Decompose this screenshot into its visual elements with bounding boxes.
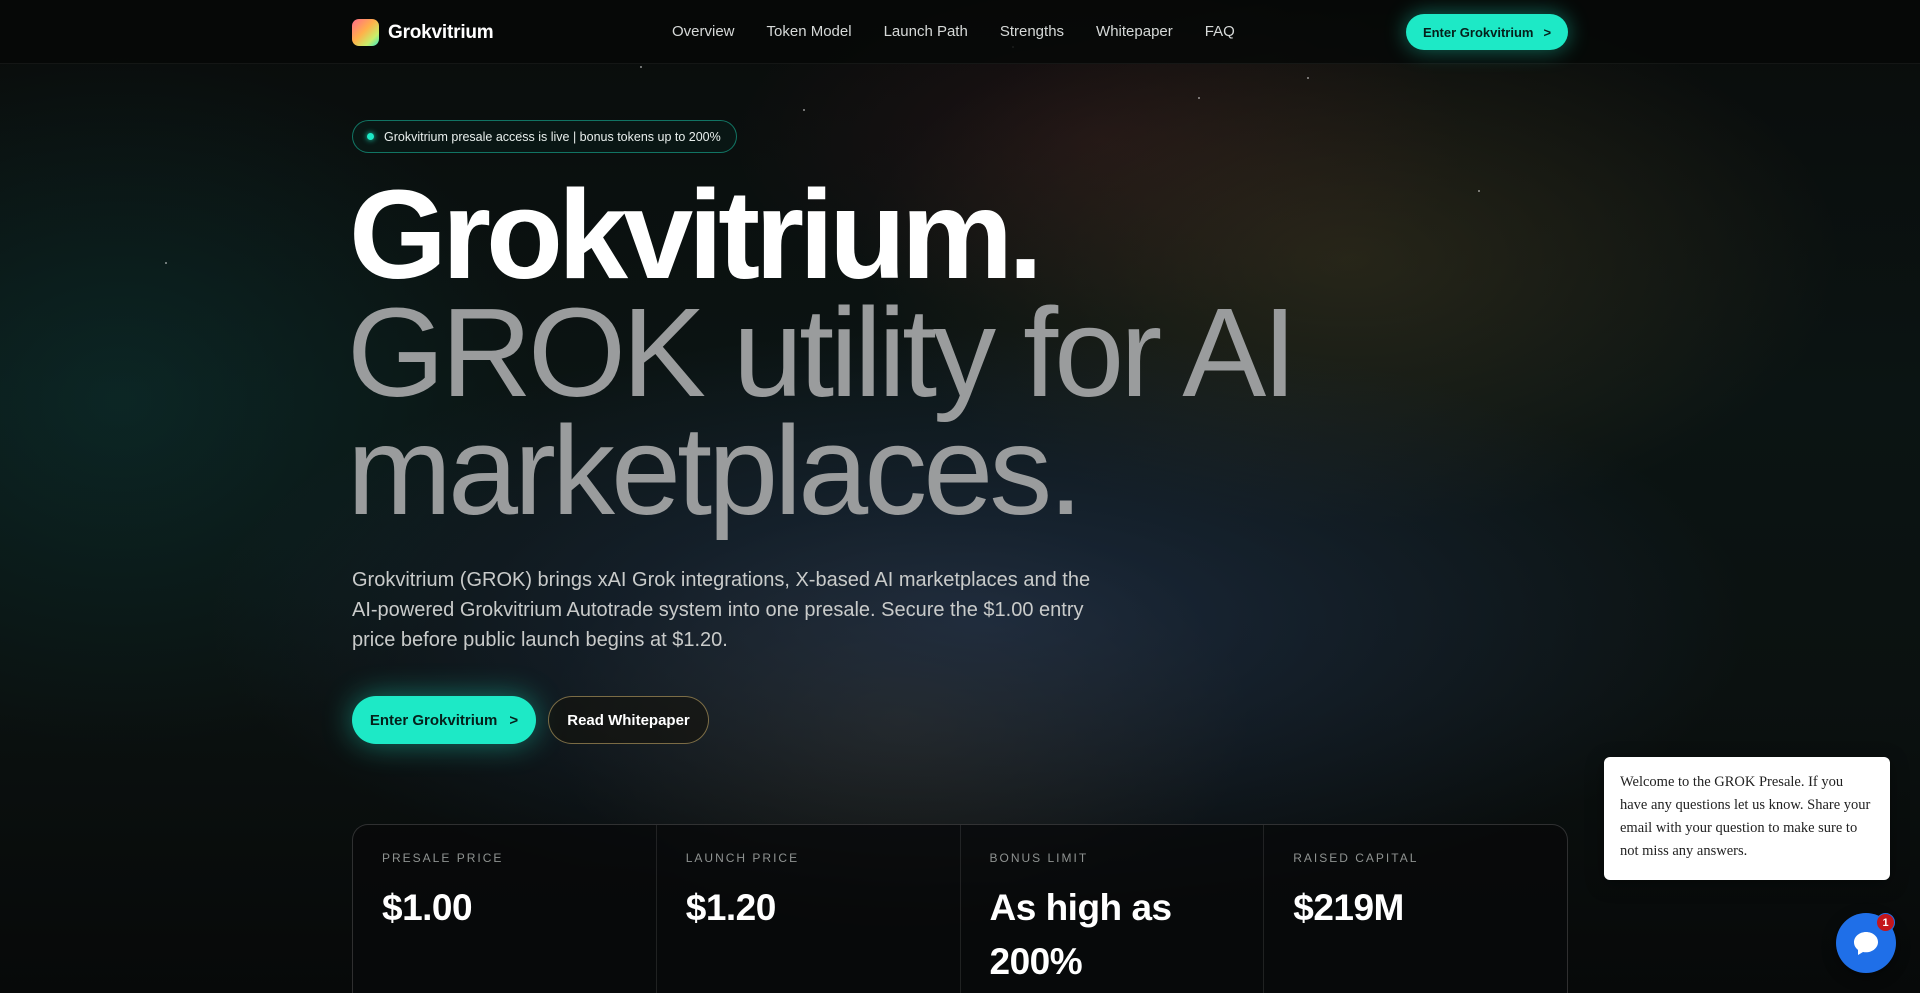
- chevron-right-icon: >: [509, 711, 519, 729]
- nav-link-overview[interactable]: Overview: [672, 23, 735, 40]
- brand[interactable]: Grokvitrium: [352, 19, 494, 46]
- brand-logo-icon: [352, 19, 379, 46]
- stat-value: $1.20: [685, 887, 777, 928]
- enter-grokvitrium-button[interactable]: Enter Grokvitrium >: [352, 696, 536, 744]
- nav-link-launch-path[interactable]: Launch Path: [884, 23, 968, 40]
- stat-label: PRESALE PRICE: [382, 851, 504, 865]
- stat-label: LAUNCH PRICE: [685, 851, 800, 865]
- nav-enter-label: Enter Grokvitrium: [1422, 24, 1534, 40]
- nav-link-strengths[interactable]: Strengths: [1000, 23, 1064, 40]
- stat-presale-price: PRESALE PRICE $1.00: [353, 825, 657, 993]
- stat-label: RAISED CAPITAL: [1293, 851, 1419, 865]
- nav-link-whitepaper[interactable]: Whitepaper: [1096, 23, 1173, 40]
- read-whitepaper-button[interactable]: Read Whitepaper: [548, 696, 709, 744]
- hero-subtitle-line-1: GROK utility for AI: [347, 282, 1297, 423]
- stat-value: $219M: [1293, 887, 1404, 928]
- stat-value: As high as 200%: [989, 887, 1173, 982]
- hero-subtitle-line-2: marketplaces.: [347, 400, 1083, 541]
- chat-welcome-message[interactable]: Welcome to the GROK Presale. If you have…: [1604, 757, 1890, 880]
- presale-stats-card: PRESALE PRICE $1.00 LAUNCH PRICE $1.20 B…: [352, 824, 1568, 993]
- nav-links: Overview Token Model Launch Path Strengt…: [672, 23, 1235, 40]
- stat-label: BONUS LIMIT: [989, 851, 1089, 865]
- top-nav: Grokvitrium Overview Token Model Launch …: [0, 0, 1920, 64]
- nav-link-faq[interactable]: FAQ: [1205, 23, 1235, 40]
- presale-announcement-pill: Grokvitrium presale access is live | bon…: [352, 120, 737, 153]
- stat-raised-capital: RAISED CAPITAL $219M: [1264, 825, 1567, 993]
- stat-launch-price: LAUNCH PRICE $1.20: [657, 825, 961, 993]
- live-dot-icon: [367, 133, 374, 140]
- stat-value: $1.00: [382, 887, 473, 928]
- announcement-text: Grokvitrium presale access is live | bon…: [384, 129, 721, 144]
- read-whitepaper-label: Read Whitepaper: [567, 711, 690, 729]
- hero-description: Grokvitrium (GROK) brings xAI Grok integ…: [352, 569, 1091, 651]
- brand-name: Grokvitrium: [388, 21, 494, 43]
- nav-enter-button[interactable]: Enter Grokvitrium >: [1406, 14, 1568, 50]
- chat-bubble-icon: [1854, 932, 1878, 955]
- chat-unread-badge: 1: [1876, 913, 1895, 932]
- nav-link-token-model[interactable]: Token Model: [767, 23, 852, 40]
- hero-subtitle: GROK utility for AI marketplaces.: [347, 282, 1447, 541]
- stat-bonus-limit: BONUS LIMIT As high as 200%: [961, 825, 1265, 993]
- enter-button-label: Enter Grokvitrium: [369, 711, 498, 729]
- chevron-right-icon: >: [1543, 24, 1552, 40]
- hero-title: Grokvitrium.: [349, 164, 1043, 305]
